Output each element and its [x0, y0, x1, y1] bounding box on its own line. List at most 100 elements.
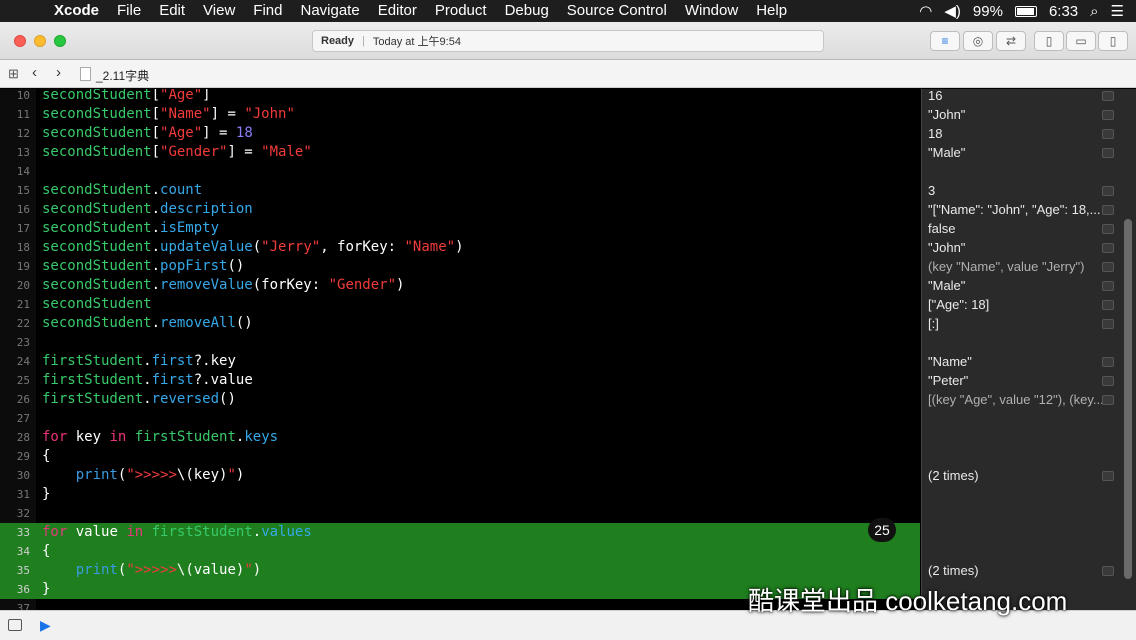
result-value[interactable]: "Name": [928, 352, 1108, 371]
quick-look-icon[interactable]: [1102, 148, 1114, 158]
assistant-editor-icon[interactable]: ◎: [963, 31, 993, 51]
menu-item-source-control[interactable]: Source Control: [567, 2, 667, 19]
quick-look-icon[interactable]: [1102, 205, 1114, 215]
quick-look-icon[interactable]: [1102, 566, 1114, 576]
code-line[interactable]: 19 secondStudent.popFirst(): [0, 257, 920, 276]
quick-look-icon[interactable]: [1102, 395, 1114, 405]
code-line[interactable]: 33 for value in firstStudent.values: [0, 523, 920, 542]
code-line[interactable]: 25 firstStudent.first?.value: [0, 371, 920, 390]
code-line[interactable]: 26 firstStudent.reversed(): [0, 390, 920, 409]
code-line[interactable]: 20 secondStudent.removeValue(forKey: "Gen…: [0, 276, 920, 295]
status-ready: Ready: [321, 35, 355, 47]
code-line[interactable]: 17 secondStudent.isEmpty: [0, 219, 920, 238]
quick-look-icon[interactable]: [1102, 186, 1114, 196]
code-line[interactable]: 12 secondStudent["Age"] = 18: [0, 124, 920, 143]
utilities-toggle-icon[interactable]: ▯: [1098, 31, 1128, 51]
clock[interactable]: 6:33: [1049, 3, 1078, 20]
code-line[interactable]: 24 firstStudent.first?.key: [0, 352, 920, 371]
code-line[interactable]: 18 secondStudent.updateValue("Jerry", for…: [0, 238, 920, 257]
forward-chevron-icon[interactable]: ›: [56, 64, 61, 81]
result-value[interactable]: (2 times): [928, 466, 1108, 485]
code-line[interactable]: 10 secondStudent["Age"]: [0, 89, 920, 105]
code-editor[interactable]: 10 secondStudent["Age"] 11 secondStudent["N…: [0, 89, 920, 610]
back-chevron-icon[interactable]: ‹: [32, 64, 37, 81]
code-line[interactable]: 15 secondStudent.count: [0, 181, 920, 200]
menu-list-icon[interactable]: ☰: [1111, 2, 1124, 20]
code-line[interactable]: 13 secondStudent["Gender"] = "Male": [0, 143, 920, 162]
result-value[interactable]: "Peter": [928, 371, 1108, 390]
menu-item-editor[interactable]: Editor: [378, 2, 417, 19]
menu-item-product[interactable]: Product: [435, 2, 487, 19]
code-line[interactable]: 27: [0, 409, 920, 428]
result-value[interactable]: [(key "Age", value "12"), (key...: [928, 390, 1108, 409]
result-value[interactable]: 3: [928, 181, 1108, 200]
close-window-button[interactable]: [14, 35, 26, 47]
menu-item-window[interactable]: Window: [685, 2, 738, 19]
menu-item-file[interactable]: File: [117, 2, 141, 19]
quick-look-icon[interactable]: [1102, 224, 1114, 234]
debug-area-toggle-icon[interactable]: ▭: [1066, 31, 1096, 51]
minimize-window-button[interactable]: [34, 35, 46, 47]
code-line[interactable]: 31}: [0, 485, 920, 504]
result-value[interactable]: [:]: [928, 314, 1108, 333]
code-line[interactable]: 11 secondStudent["Name"] = "John": [0, 105, 920, 124]
menu-item-navigate[interactable]: Navigate: [300, 2, 359, 19]
code-line[interactable]: 35 print(">>>>>\(value)"): [0, 561, 920, 580]
quick-look-icon[interactable]: [1102, 319, 1114, 329]
result-value[interactable]: "John": [928, 238, 1108, 257]
related-items-icon[interactable]: ⊞: [8, 66, 22, 81]
menu-item-debug[interactable]: Debug: [505, 2, 549, 19]
wifi-icon[interactable]: ◠: [919, 2, 932, 20]
result-value[interactable]: "["Name": "John", "Age": 18,...: [928, 200, 1108, 219]
quick-look-icon[interactable]: [1102, 376, 1114, 386]
code-line[interactable]: 16 secondStudent.description: [0, 200, 920, 219]
result-value[interactable]: false: [928, 219, 1108, 238]
debug-area-toggle-button[interactable]: [8, 619, 22, 631]
menu-item-xcode[interactable]: Xcode: [54, 2, 99, 19]
quick-look-icon[interactable]: [1102, 357, 1114, 367]
code-line[interactable]: 14: [0, 162, 920, 181]
menu-item-edit[interactable]: Edit: [159, 2, 185, 19]
quick-look-icon[interactable]: [1102, 281, 1114, 291]
quick-look-icon[interactable]: [1102, 262, 1114, 272]
result-value[interactable]: (key "Name", value "Jerry"): [928, 257, 1108, 276]
result-value[interactable]: "Male": [928, 143, 1108, 162]
quick-look-icon[interactable]: [1102, 91, 1114, 101]
code-line[interactable]: 21 secondStudent: [0, 295, 920, 314]
code-line[interactable]: 32: [0, 504, 920, 523]
code-line[interactable]: 34 {: [0, 542, 920, 561]
result-value[interactable]: 18: [928, 124, 1108, 143]
quick-look-icon[interactable]: [1102, 243, 1114, 253]
standard-editor-icon[interactable]: ≡: [930, 31, 960, 51]
menu-item-view[interactable]: View: [203, 2, 235, 19]
battery-icon[interactable]: [1014, 5, 1037, 17]
code-text: secondStudent.removeValue(forKey: "Gende…: [42, 276, 404, 295]
quick-look-icon[interactable]: [1102, 129, 1114, 139]
code-token: ]: [202, 89, 211, 103]
result-value[interactable]: ["Age": 18]: [928, 295, 1108, 314]
code-line[interactable]: 23: [0, 333, 920, 352]
menu-item-find[interactable]: Find: [253, 2, 282, 19]
menu-item-help[interactable]: Help: [756, 2, 787, 19]
result-value[interactable]: 16: [928, 89, 1108, 105]
code-line[interactable]: 29 {: [0, 447, 920, 466]
quick-look-icon[interactable]: [1102, 471, 1114, 481]
search-icon[interactable]: ⌕: [1090, 3, 1098, 20]
result-value[interactable]: "Male": [928, 276, 1108, 295]
volume-icon[interactable]: ◀): [944, 2, 961, 20]
code-line[interactable]: 28 for key in firstStudent.keys: [0, 428, 920, 447]
version-editor-icon[interactable]: ⇄: [996, 31, 1026, 51]
result-value[interactable]: "John": [928, 105, 1108, 124]
result-value[interactable]: (2 times): [928, 561, 1108, 580]
results-scrollbar[interactable]: [1124, 219, 1132, 579]
code-line[interactable]: 30 print(">>>>>\(key)"): [0, 466, 920, 485]
line-number: 28: [16, 431, 30, 444]
code-line[interactable]: 22 secondStudent.removeAll(): [0, 314, 920, 333]
breadcrumb-file[interactable]: _2.11字典: [96, 67, 149, 84]
code-token: {: [42, 448, 51, 464]
navigator-toggle-icon[interactable]: ▯: [1034, 31, 1064, 51]
run-playground-icon[interactable]: ▶: [40, 617, 51, 634]
quick-look-icon[interactable]: [1102, 300, 1114, 310]
quick-look-icon[interactable]: [1102, 110, 1114, 120]
zoom-window-button[interactable]: [54, 35, 66, 47]
